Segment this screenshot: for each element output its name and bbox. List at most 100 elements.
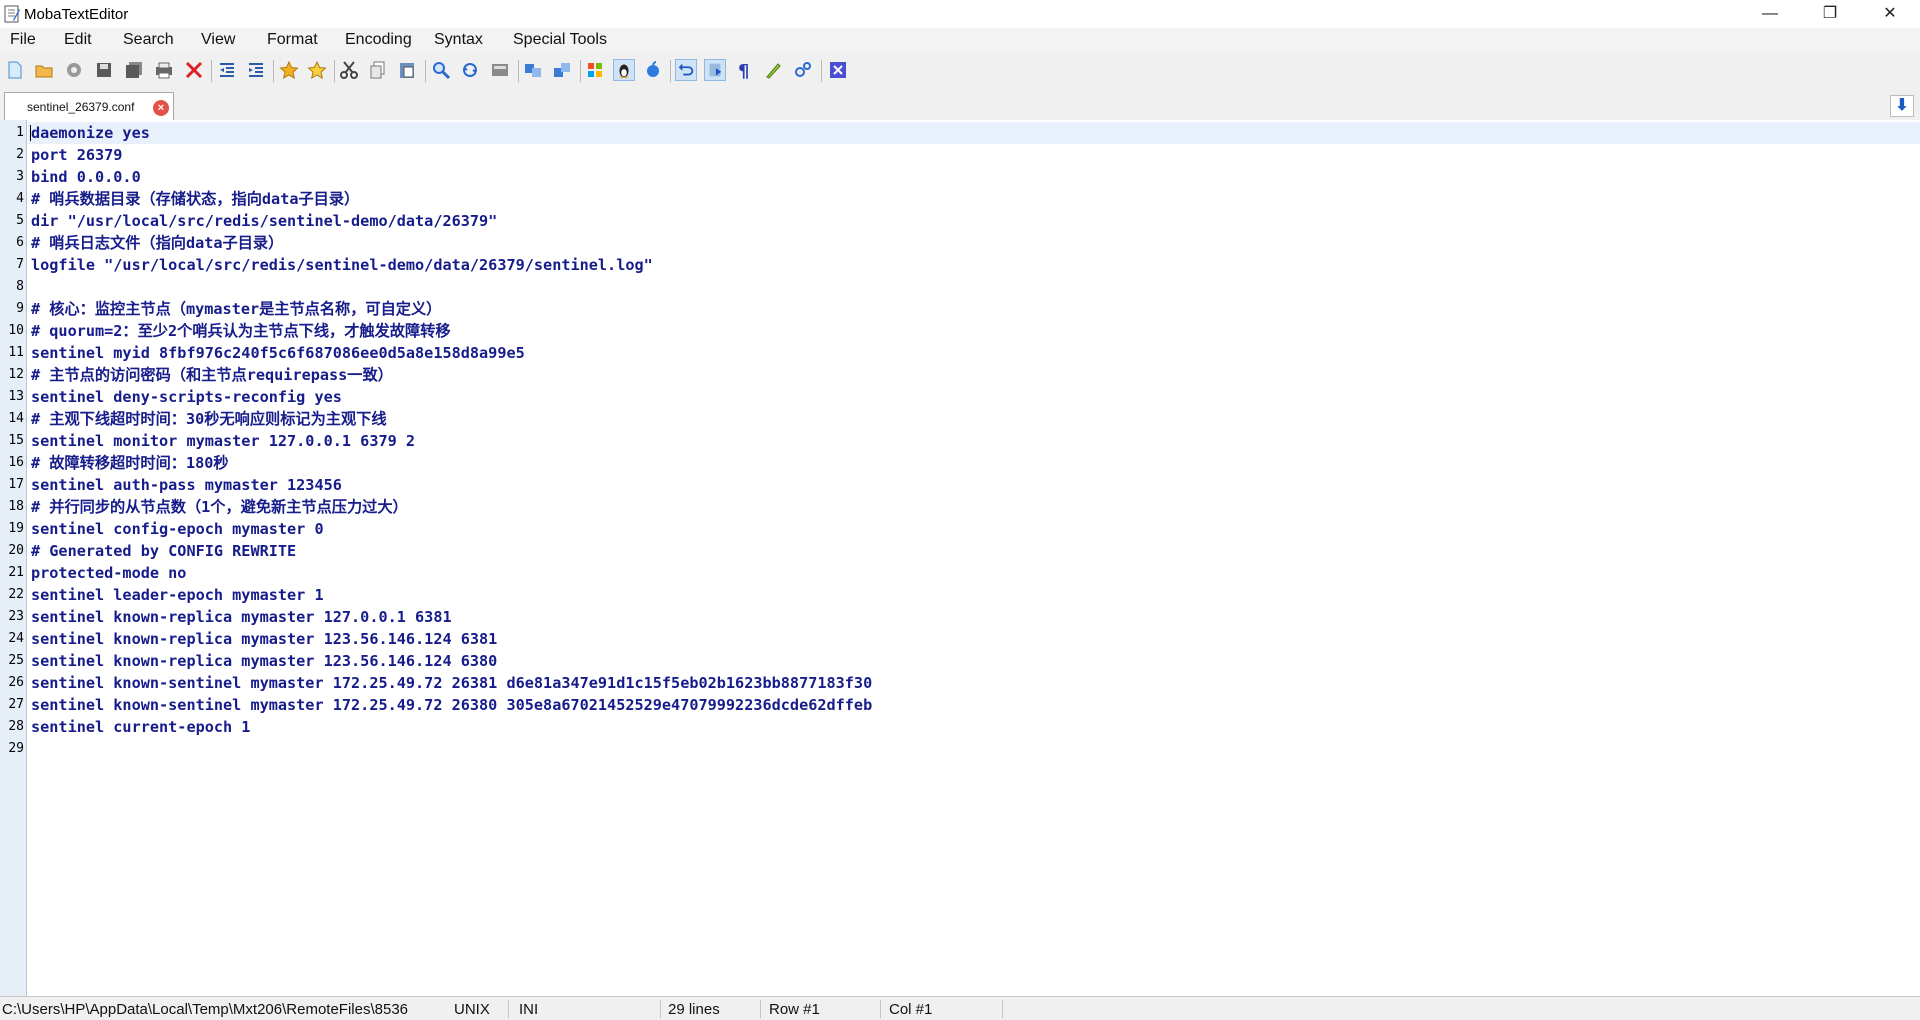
- highlight-icon[interactable]: [762, 59, 784, 81]
- goto-icon[interactable]: [489, 59, 511, 81]
- copy-icon[interactable]: [367, 59, 389, 81]
- code-line-text: daemonize yes: [31, 124, 150, 142]
- open-folder-icon[interactable]: [33, 59, 55, 81]
- find-replace-icon[interactable]: [459, 59, 481, 81]
- code-line[interactable]: 20 # Generated by CONFIG REWRITE: [8, 540, 1920, 562]
- menu-search[interactable]: Search: [123, 31, 174, 49]
- minimize-button[interactable]: —: [1746, 0, 1794, 28]
- menu-encoding[interactable]: Encoding: [345, 31, 412, 49]
- line-number: 16: [8, 455, 24, 470]
- code-line[interactable]: 8: [16, 276, 1920, 298]
- undo-icon[interactable]: [675, 59, 697, 81]
- bookmark-next-icon[interactable]: [306, 59, 328, 81]
- code-line[interactable]: 10 # quorum=2：至少2个哨兵认为主节点下线，才触发故障转移: [8, 320, 1920, 342]
- code-line[interactable]: 7 logfile "/usr/local/src/redis/sentinel-…: [16, 254, 1920, 276]
- code-line[interactable]: 28 sentinel current-epoch 1: [8, 716, 1920, 738]
- status-separator: [760, 1000, 761, 1018]
- code-line[interactable]: 27 sentinel known-sentinel mymaster 172.2…: [8, 694, 1920, 716]
- tab-close-icon[interactable]: ×: [153, 100, 169, 116]
- close-file-icon[interactable]: [183, 59, 205, 81]
- code-line[interactable]: 24 sentinel known-replica mymaster 123.56…: [8, 628, 1920, 650]
- code-line[interactable]: 19 sentinel config-epoch mymaster 0: [8, 518, 1920, 540]
- mac-icon[interactable]: [642, 59, 664, 81]
- code-line[interactable]: 18 # 并行同步的从节点数（1个，避免新主节点压力过大）: [8, 496, 1920, 518]
- code-line-text: # 主观下线超时时间：30秒无响应则标记为主观下线: [31, 410, 387, 428]
- code-line[interactable]: 9 # 核心：监控主节点（mymaster是主节点名称，可自定义）: [16, 298, 1920, 320]
- code-line[interactable]: 17 sentinel auth-pass mymaster 123456: [8, 474, 1920, 496]
- code-line[interactable]: 5 dir "/usr/local/src/redis/sentinel-demo…: [16, 210, 1920, 232]
- code-line[interactable]: 12 # 主节点的访问密码（和主节点requirepass一致）: [8, 364, 1920, 386]
- settings-icon[interactable]: [792, 59, 814, 81]
- menu-format[interactable]: Format: [267, 31, 318, 49]
- new-file-icon[interactable]: [4, 59, 26, 81]
- code-line[interactable]: 3 bind 0.0.0.0: [16, 166, 1920, 188]
- line-number: 19: [8, 521, 24, 536]
- line-number: 17: [8, 477, 24, 492]
- windows-icon[interactable]: [584, 59, 606, 81]
- toolbar-separator: [425, 60, 426, 82]
- tab-bar: sentinel_26379.conf ×: [0, 88, 1920, 121]
- paste-icon[interactable]: [396, 59, 418, 81]
- maximize-button[interactable]: ❐: [1806, 0, 1854, 28]
- menu-file[interactable]: File: [10, 31, 36, 49]
- menu-bar: File Edit Search View Format Encoding Sy…: [0, 28, 1920, 52]
- code-line[interactable]: 11 sentinel myid 8fbf976c240f5c6f687086ee…: [8, 342, 1920, 364]
- exit-icon[interactable]: [827, 59, 849, 81]
- save-icon[interactable]: [93, 59, 115, 81]
- pilcrow-icon[interactable]: ¶: [733, 59, 755, 81]
- code-line-text: sentinel myid 8fbf976c240f5c6f687086ee0d…: [31, 344, 525, 362]
- code-line-text: sentinel known-replica mymaster 127.0.0.…: [31, 608, 452, 626]
- linux-icon[interactable]: [613, 59, 635, 81]
- code-line[interactable]: 15 sentinel monitor mymaster 127.0.0.1 63…: [8, 430, 1920, 452]
- tab-label: sentinel_26379.conf: [27, 100, 135, 114]
- indent-icon[interactable]: [245, 59, 267, 81]
- menu-edit[interactable]: Edit: [64, 31, 92, 49]
- line-number: 28: [8, 719, 24, 734]
- find-icon[interactable]: [430, 59, 452, 81]
- code-line-text: sentinel known-sentinel mymaster 172.25.…: [31, 674, 873, 692]
- cut-icon[interactable]: [338, 59, 360, 81]
- reload-icon[interactable]: [63, 59, 85, 81]
- title-bar: MobaTextEditor — ❐ ✕: [0, 0, 1920, 28]
- menu-view[interactable]: View: [201, 31, 235, 49]
- menu-syntax[interactable]: Syntax: [434, 31, 483, 49]
- line-number: 13: [8, 389, 24, 404]
- status-separator: [660, 1000, 661, 1018]
- code-line[interactable]: 26 sentinel known-sentinel mymaster 172.2…: [8, 672, 1920, 694]
- outdent-icon[interactable]: [216, 59, 238, 81]
- text-editor[interactable]: 1 daemonize yes 2 port 26379 3 bind 0.0.0.0 4 #…: [0, 120, 1920, 996]
- code-line[interactable]: 6 # 哨兵日志文件（指向data子目录）: [16, 232, 1920, 254]
- code-line[interactable]: 4 # 哨兵数据目录（存储状态，指向data子目录）: [16, 188, 1920, 210]
- code-line[interactable]: 25 sentinel known-replica mymaster 123.56…: [8, 650, 1920, 672]
- line-number: 26: [8, 675, 24, 690]
- status-syntax: INI: [519, 1001, 539, 1018]
- code-area[interactable]: 1 daemonize yes 2 port 26379 3 bind 0.0.0.0 4 #…: [8, 120, 1920, 996]
- line-number: 5: [16, 213, 24, 228]
- code-line[interactable]: 14 # 主观下线超时时间：30秒无响应则标记为主观下线: [8, 408, 1920, 430]
- line-number: 1: [16, 125, 24, 140]
- code-line[interactable]: 21 protected-mode no: [8, 562, 1920, 584]
- line-number: 8: [16, 279, 24, 294]
- compare-icon[interactable]: [522, 59, 544, 81]
- toolbar-separator: [821, 60, 822, 82]
- code-line[interactable]: 13 sentinel deny-scripts-reconfig yes: [8, 386, 1920, 408]
- line-number: 9: [16, 301, 24, 316]
- tab-sentinel-conf[interactable]: sentinel_26379.conf ×: [4, 92, 174, 120]
- close-window-button[interactable]: ✕: [1866, 0, 1914, 28]
- scroll-to-end-button[interactable]: ⬇: [1890, 95, 1914, 117]
- code-line[interactable]: 16 # 故障转移超时时间：180秒: [8, 452, 1920, 474]
- code-line-text: port 26379: [31, 146, 123, 164]
- print-icon[interactable]: [153, 59, 175, 81]
- compare-alt-icon[interactable]: [551, 59, 573, 81]
- code-line[interactable]: 22 sentinel leader-epoch mymaster 1: [8, 584, 1920, 606]
- code-line[interactable]: 29: [8, 738, 1920, 760]
- code-line[interactable]: 2 port 26379: [16, 144, 1920, 166]
- code-line[interactable]: 1 daemonize yes: [16, 122, 1920, 144]
- bookmark-icon[interactable]: [278, 59, 300, 81]
- redo-icon[interactable]: [704, 59, 726, 81]
- save-all-icon[interactable]: [123, 59, 145, 81]
- code-line-text: # 哨兵数据目录（存储状态，指向data子目录）: [31, 190, 360, 208]
- line-number: 4: [16, 191, 24, 206]
- menu-special-tools[interactable]: Special Tools: [513, 31, 607, 49]
- code-line[interactable]: 23 sentinel known-replica mymaster 127.0.…: [8, 606, 1920, 628]
